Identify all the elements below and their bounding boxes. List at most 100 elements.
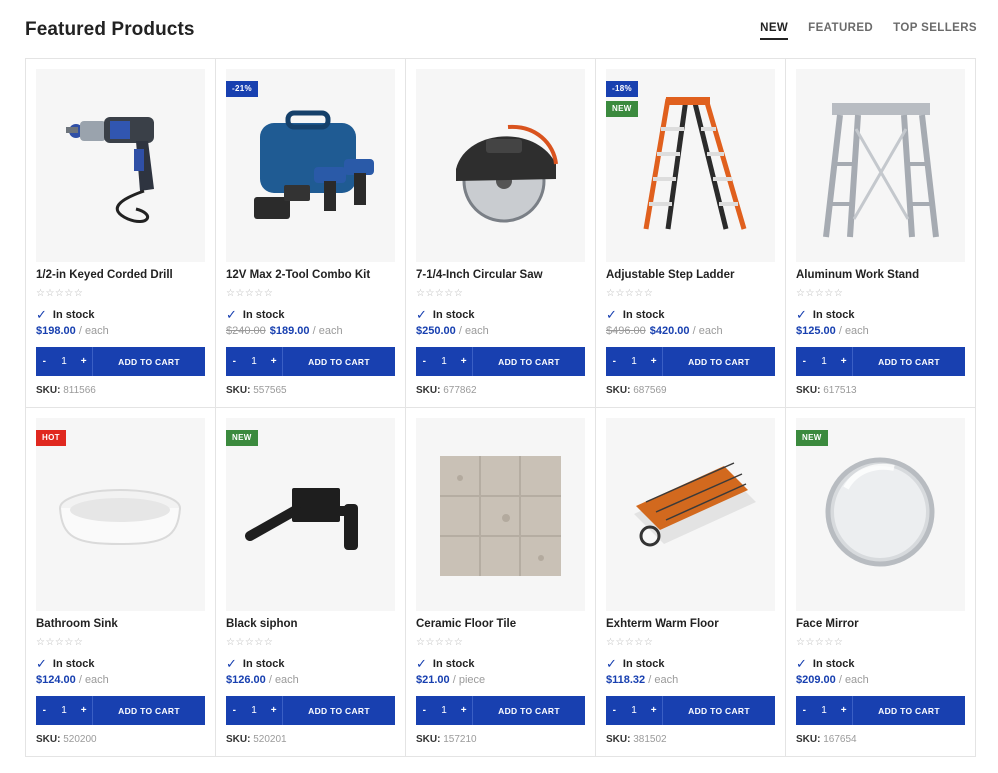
quantity-input[interactable]: 1 <box>243 705 266 716</box>
add-to-cart-button[interactable]: ADD TO CART <box>93 706 205 716</box>
quantity-increase-button[interactable]: + <box>265 705 282 716</box>
quantity-input[interactable]: 1 <box>433 705 456 716</box>
add-to-cart-bar: - 1 + ADD TO CART <box>36 696 205 725</box>
price-unit: / each <box>458 325 489 337</box>
quantity-decrease-button[interactable]: - <box>416 705 433 716</box>
product-card: Exhterm Warm Floor ☆☆☆☆☆ ✓ In stock $118… <box>596 408 786 757</box>
badge-stack: NEW <box>226 430 258 446</box>
stock-label: In stock <box>52 658 95 670</box>
product-image-work-stand[interactable] <box>796 69 965 262</box>
quantity-decrease-button[interactable]: - <box>226 705 243 716</box>
quantity-increase-button[interactable]: + <box>75 705 92 716</box>
quantity-decrease-button[interactable]: - <box>606 705 623 716</box>
quantity-decrease-button[interactable]: - <box>416 356 433 367</box>
drill-illustration <box>66 117 154 224</box>
product-image-faucet[interactable]: NEW <box>226 418 395 611</box>
sale-badge: -18% <box>606 81 638 97</box>
check-icon: ✓ <box>226 656 237 671</box>
product-name[interactable]: Black siphon <box>226 618 298 630</box>
price-unit: / each <box>838 674 869 686</box>
quantity-increase-button[interactable]: + <box>455 356 472 367</box>
tab-featured[interactable]: FEATURED <box>808 22 873 40</box>
quantity-input[interactable]: 1 <box>813 705 836 716</box>
check-icon: ✓ <box>796 656 807 671</box>
add-to-cart-button[interactable]: ADD TO CART <box>283 706 395 716</box>
quantity-decrease-button[interactable]: - <box>226 356 243 367</box>
current-price: $118.32 <box>606 674 646 686</box>
product-card: -18% NEW Adjustable Step Ladder ☆☆☆☆☆ ✓ I… <box>596 59 786 408</box>
quantity-input[interactable]: 1 <box>433 356 456 367</box>
quantity-decrease-button[interactable]: - <box>36 705 53 716</box>
tab-new[interactable]: NEW <box>760 22 789 40</box>
add-to-cart-button[interactable]: ADD TO CART <box>93 357 205 367</box>
tab-top-sellers[interactable]: TOP SELLERS <box>893 22 977 40</box>
add-to-cart-button[interactable]: ADD TO CART <box>853 357 965 367</box>
current-price: $209.00 <box>796 674 836 686</box>
current-price: $250.00 <box>416 325 456 337</box>
add-to-cart-button[interactable]: ADD TO CART <box>663 357 775 367</box>
sku-value: 687569 <box>633 385 667 396</box>
quantity-increase-button[interactable]: + <box>835 356 852 367</box>
product-image-mirror[interactable]: NEW <box>796 418 965 611</box>
stock-status: ✓ In stock <box>606 307 664 323</box>
quantity-input[interactable]: 1 <box>623 356 646 367</box>
quantity-increase-button[interactable]: + <box>75 356 92 367</box>
product-name[interactable]: 7-1/4-Inch Circular Saw <box>416 269 543 281</box>
price-unit: / each <box>78 325 109 337</box>
product-name[interactable]: Ceramic Floor Tile <box>416 618 516 630</box>
product-name[interactable]: 12V Max 2-Tool Combo Kit <box>226 269 370 281</box>
price-unit: / each <box>78 674 109 686</box>
stock-status: ✓ In stock <box>226 656 284 672</box>
product-image-drill[interactable] <box>36 69 205 262</box>
product-name[interactable]: 1/2-in Keyed Corded Drill <box>36 269 173 281</box>
stock-status: ✓ In stock <box>796 656 854 672</box>
product-image-step-ladder[interactable]: -18% NEW <box>606 69 775 262</box>
product-card: NEW Black siphon ☆☆☆☆☆ ✓ In stock $126.0… <box>216 408 406 757</box>
product-name[interactable]: Face Mirror <box>796 618 859 630</box>
product-image-tile[interactable] <box>416 418 585 611</box>
add-to-cart-bar: - 1 + ADD TO CART <box>606 696 775 725</box>
quantity-decrease-button[interactable]: - <box>796 705 813 716</box>
quantity-input[interactable]: 1 <box>243 356 266 367</box>
quantity-decrease-button[interactable]: - <box>606 356 623 367</box>
add-to-cart-button[interactable]: ADD TO CART <box>663 706 775 716</box>
add-to-cart-button[interactable]: ADD TO CART <box>853 706 965 716</box>
product-name[interactable]: Adjustable Step Ladder <box>606 269 734 281</box>
product-tabs: NEW FEATURED TOP SELLERS <box>760 22 977 40</box>
product-image-sink[interactable]: HOT <box>36 418 205 611</box>
quantity-input[interactable]: 1 <box>53 705 76 716</box>
stock-label: In stock <box>432 309 475 321</box>
quantity-input[interactable]: 1 <box>53 356 76 367</box>
rating-stars: ☆☆☆☆☆ <box>416 637 464 648</box>
add-to-cart-button[interactable]: ADD TO CART <box>473 357 585 367</box>
product-card: Aluminum Work Stand ☆☆☆☆☆ ✓ In stock $12… <box>786 59 976 408</box>
quantity-increase-button[interactable]: + <box>645 705 662 716</box>
current-price: $189.00 <box>269 325 310 337</box>
quantity-increase-button[interactable]: + <box>265 356 282 367</box>
price-unit: / each <box>838 325 869 337</box>
rating-stars: ☆☆☆☆☆ <box>606 288 654 299</box>
quantity-decrease-button[interactable]: - <box>796 356 813 367</box>
quantity-input[interactable]: 1 <box>813 356 836 367</box>
quantity-increase-button[interactable]: + <box>645 356 662 367</box>
quantity-decrease-button[interactable]: - <box>36 356 53 367</box>
quantity-increase-button[interactable]: + <box>835 705 852 716</box>
product-image-circular-saw[interactable] <box>416 69 585 262</box>
add-to-cart-bar: - 1 + ADD TO CART <box>36 347 205 376</box>
sku-line: SKU: 617513 <box>796 385 857 396</box>
rating-stars: ☆☆☆☆☆ <box>606 637 654 648</box>
tile-illustration <box>440 456 561 576</box>
add-to-cart-button[interactable]: ADD TO CART <box>473 706 585 716</box>
sku-line: SKU: 811566 <box>36 385 96 396</box>
product-image-warm-floor[interactable] <box>606 418 775 611</box>
add-to-cart-button[interactable]: ADD TO CART <box>283 357 395 367</box>
product-name[interactable]: Aluminum Work Stand <box>796 269 919 281</box>
stock-status: ✓ In stock <box>606 656 664 672</box>
product-image-combo-kit[interactable]: -21% <box>226 69 395 262</box>
price-row: $21.00 / piece <box>416 674 485 686</box>
current-price: $124.00 <box>36 674 76 686</box>
quantity-input[interactable]: 1 <box>623 705 646 716</box>
product-name[interactable]: Exhterm Warm Floor <box>606 618 719 630</box>
product-name[interactable]: Bathroom Sink <box>36 618 118 630</box>
quantity-increase-button[interactable]: + <box>455 705 472 716</box>
